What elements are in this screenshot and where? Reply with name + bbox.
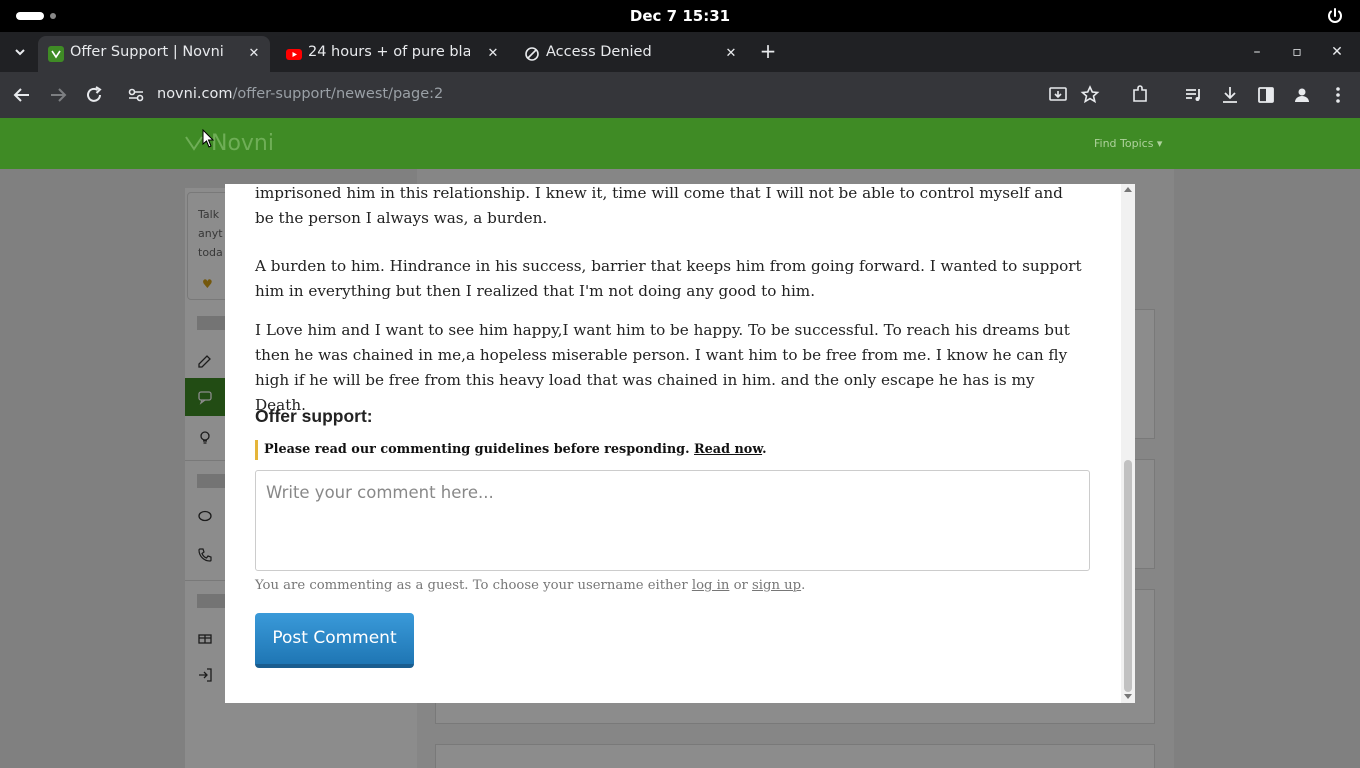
tab-access-denied[interactable]: Access Denied ✕ xyxy=(514,36,746,72)
post-comment-button[interactable]: Post Comment xyxy=(255,613,414,668)
install-app-icon[interactable] xyxy=(1046,83,1070,107)
comment-input[interactable] xyxy=(256,471,1089,570)
guest-note: You are commenting as a guest. To choose… xyxy=(255,578,806,593)
tab-title: 24 hours + of pure black xyxy=(308,44,470,60)
downloads-icon[interactable] xyxy=(1218,83,1242,107)
guideline-text: Please read our commenting guidelines be… xyxy=(264,442,690,457)
tab-close-icon[interactable]: ✕ xyxy=(245,45,263,63)
close-window-icon[interactable]: ✕ xyxy=(1327,42,1347,62)
post-paragraph: I Love him and I want to see him happy,I… xyxy=(255,321,1070,414)
modal-scrollbar[interactable] xyxy=(1121,184,1135,703)
find-topics-label: Find Topics xyxy=(1094,137,1154,150)
browser-toolbar: novni.com/offer-support/newest/page:2 xyxy=(0,72,1360,118)
scroll-down-arrow-icon[interactable] xyxy=(1124,694,1132,699)
web-page: Novni Find Topics ▾ Talk anyt toda ♥ imp… xyxy=(0,118,1360,768)
power-icon[interactable] xyxy=(1326,7,1344,25)
post-paragraph-text: imprisoned him in this relationship. I k… xyxy=(255,184,1063,227)
new-tab-button[interactable]: + xyxy=(756,40,780,64)
side-panel-icon[interactable] xyxy=(1254,83,1278,107)
post-paragraph: imprisoned him in this relationship. I k… xyxy=(255,184,1085,241)
back-icon[interactable] xyxy=(10,83,34,107)
novni-favicon-icon xyxy=(48,46,64,62)
novni-logo-icon xyxy=(185,136,203,151)
tab-search-icon[interactable] xyxy=(8,40,32,64)
tab-close-icon[interactable]: ✕ xyxy=(722,45,740,63)
mouse-cursor-icon xyxy=(202,129,215,148)
url-domain: novni.com xyxy=(157,86,233,102)
media-control-icon[interactable] xyxy=(1182,83,1206,107)
or-text: or xyxy=(733,578,748,593)
site-logo[interactable]: Novni xyxy=(184,131,274,156)
minimize-icon[interactable]: – xyxy=(1247,42,1267,62)
maximize-icon[interactable]: ▫ xyxy=(1287,42,1307,62)
post-modal: imprisoned him in this relationship. I k… xyxy=(225,184,1135,703)
youtube-favicon-icon xyxy=(286,49,302,60)
tab-offer-support[interactable]: Offer Support | Novni ✕ xyxy=(38,36,270,72)
comment-box xyxy=(255,470,1090,571)
url-path: /offer-support/newest/page:2 xyxy=(232,86,444,102)
system-clock[interactable]: Dec 7 15:31 xyxy=(0,7,1360,25)
extensions-icon[interactable] xyxy=(1128,83,1152,107)
bookmark-star-icon[interactable] xyxy=(1078,83,1102,107)
scrollbar-thumb[interactable] xyxy=(1124,460,1132,692)
logo-text: Novni xyxy=(211,131,274,156)
forward-icon[interactable] xyxy=(46,83,70,107)
guest-note-text: You are commenting as a guest. To choose… xyxy=(255,578,688,593)
menu-kebab-icon[interactable] xyxy=(1326,83,1350,107)
comment-guidelines-notice: Please read our commenting guidelines be… xyxy=(255,440,767,460)
page-favicon-icon xyxy=(525,47,539,61)
reload-icon[interactable] xyxy=(82,83,106,107)
read-now-link[interactable]: Read now xyxy=(694,442,762,457)
tab-youtube[interactable]: 24 hours + of pure black ✕ xyxy=(276,36,508,72)
sign-up-link[interactable]: sign up xyxy=(752,578,801,593)
modal-content: imprisoned him in this relationship. I k… xyxy=(225,184,1121,703)
log-in-link[interactable]: log in xyxy=(692,578,730,593)
scroll-up-arrow-icon[interactable] xyxy=(1124,187,1132,192)
post-paragraph: A burden to him. Hindrance in his succes… xyxy=(255,257,1082,300)
find-topics-menu[interactable]: Find Topics ▾ xyxy=(1094,137,1162,150)
tab-title: Offer Support | Novni xyxy=(70,44,224,60)
tab-strip: Offer Support | Novni ✕ 24 hours + of pu… xyxy=(0,32,1360,72)
tab-close-icon[interactable]: ✕ xyxy=(484,45,502,63)
site-info-icon[interactable] xyxy=(124,83,148,107)
os-top-bar: Dec 7 15:31 xyxy=(0,0,1360,32)
profile-icon[interactable] xyxy=(1290,83,1314,107)
offer-support-heading: Offer support: xyxy=(255,406,373,426)
tab-title: Access Denied xyxy=(546,44,652,60)
address-bar[interactable]: novni.com/offer-support/newest/page:2 xyxy=(157,86,443,102)
